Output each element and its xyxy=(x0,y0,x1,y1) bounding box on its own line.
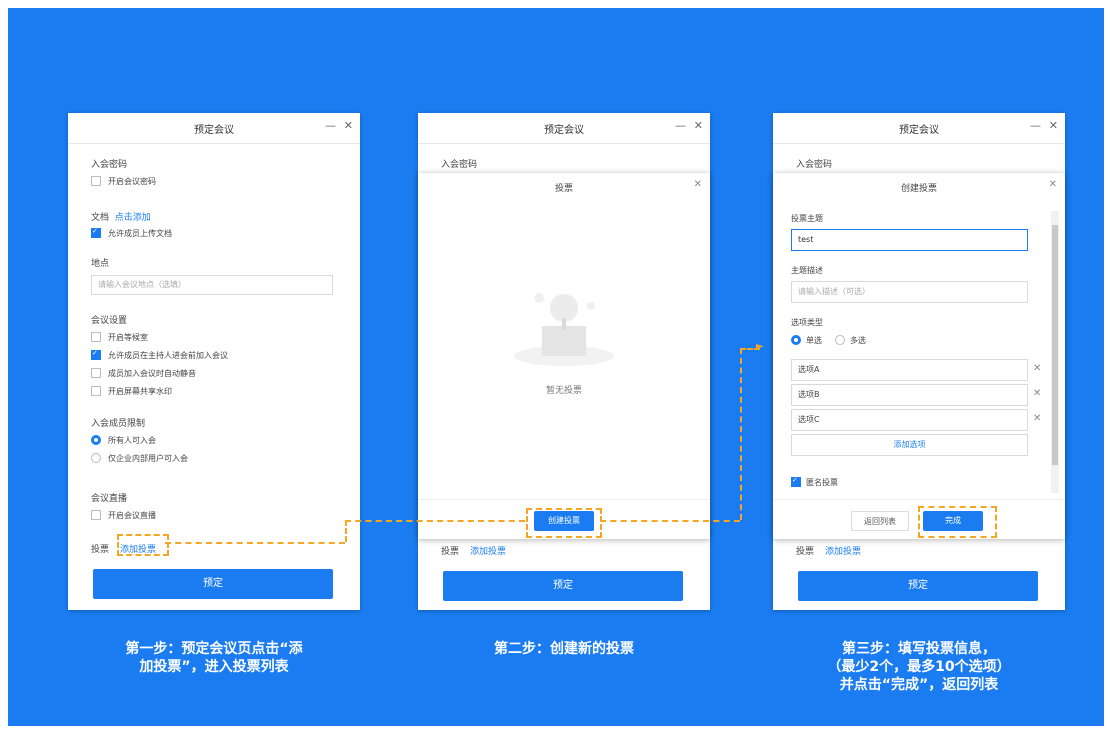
vote-dialog: 投票 ✕ 暂无投票 创建投票 xyxy=(418,173,710,539)
single-label: 单选 xyxy=(806,336,822,345)
panel-step1: 预定会议 — ✕ 入会密码 开启会议密码 文档 点击添加 允许成员上传文档 地点… xyxy=(68,113,360,610)
watermark-label: 开启屏幕共享水印 xyxy=(108,387,172,396)
enable-password-label: 开启会议密码 xyxy=(108,177,156,186)
add-vote-link[interactable]: 添加投票 xyxy=(825,544,861,557)
option-type-label: 选项类型 xyxy=(791,318,823,327)
allow-upload-label: 允许成员上传文档 xyxy=(108,229,172,238)
watermark-checkbox[interactable] xyxy=(91,386,101,396)
allow-before-host-checkbox[interactable] xyxy=(91,349,101,360)
connector-2-v xyxy=(740,348,742,520)
minimize-icon[interactable]: — xyxy=(325,119,336,132)
single-radio[interactable] xyxy=(791,335,801,345)
waiting-room-label: 开启等候室 xyxy=(108,333,148,342)
connector-1-h2 xyxy=(345,520,525,522)
option-input[interactable]: 选项A xyxy=(791,359,1028,381)
location-input[interactable]: 请输入会议地点（选填） xyxy=(91,275,333,295)
submit-button[interactable]: 预定 xyxy=(443,571,683,601)
enable-live-checkbox[interactable] xyxy=(91,510,101,520)
anonymous-checkbox[interactable] xyxy=(791,476,801,487)
empty-text: 暂无投票 xyxy=(545,386,582,396)
member-limit-label: 入会成员限制 xyxy=(91,419,146,429)
add-vote-link[interactable]: 添加投票 xyxy=(470,544,506,557)
dialog-footer-divider xyxy=(418,499,710,500)
subject-input[interactable]: test xyxy=(791,229,1028,251)
window-title: 预定会议 xyxy=(544,125,584,136)
live-label: 会议直播 xyxy=(91,494,128,504)
remove-option-icon[interactable]: ✕ xyxy=(1033,413,1041,424)
anonymous-label: 匿名投票 xyxy=(806,478,838,487)
desc-input[interactable]: 请输入描述（可选） xyxy=(791,281,1028,303)
arrow-icon: ► xyxy=(756,341,764,352)
add-option-button[interactable]: 添加选项 xyxy=(791,434,1028,456)
scrollbar[interactable] xyxy=(1051,211,1059,493)
vote-label: 投票 xyxy=(441,547,460,557)
allow-before-host-label: 允许成员在主持人进会前加入会议 xyxy=(108,351,228,360)
empty-illustration xyxy=(514,293,614,366)
enable-password-checkbox[interactable] xyxy=(91,176,101,186)
close-icon[interactable]: ✕ xyxy=(344,119,353,132)
desc-label: 主题描述 xyxy=(791,266,823,275)
multi-label: 多选 xyxy=(850,336,866,345)
window-title: 预定会议 xyxy=(899,125,939,136)
tutorial-stage: 预定会议 — ✕ 入会密码 开启会议密码 文档 点击添加 允许成员上传文档 地点… xyxy=(8,8,1104,726)
password-label: 入会密码 xyxy=(91,160,128,170)
auto-mute-checkbox[interactable] xyxy=(91,368,101,378)
minimize-icon[interactable]: — xyxy=(675,119,686,132)
caption-step2: 第二步：创建新的投票 xyxy=(494,641,634,657)
vote-label: 投票 xyxy=(91,545,110,555)
back-button[interactable]: 返回列表 xyxy=(851,511,909,531)
title-bar: 预定会议 — ✕ xyxy=(773,113,1065,144)
all-can-join-label: 所有人可入会 xyxy=(108,436,156,445)
create-vote-title: 创建投票 xyxy=(900,184,937,194)
connector-1-h xyxy=(165,542,345,544)
password-label: 入会密码 xyxy=(441,160,478,170)
close-icon[interactable]: ✕ xyxy=(1049,119,1058,132)
highlight-done xyxy=(918,506,997,538)
auto-mute-label: 成员加入会议时自动静音 xyxy=(108,369,196,378)
enterprise-only-radio[interactable] xyxy=(91,453,101,463)
connector-2-h xyxy=(600,520,740,522)
docs-label: 文档 点击添加 xyxy=(91,213,151,223)
highlight-add-vote xyxy=(117,534,169,556)
close-icon[interactable]: ✕ xyxy=(1049,179,1057,190)
docs-add-link[interactable]: 点击添加 xyxy=(115,213,151,223)
enable-live-label: 开启会议直播 xyxy=(108,511,156,520)
subject-label: 投票主题 xyxy=(791,214,823,223)
close-icon[interactable]: ✕ xyxy=(694,119,703,132)
close-icon[interactable]: ✕ xyxy=(694,179,702,190)
title-bar: 预定会议 — ✕ xyxy=(68,113,360,144)
allow-upload-checkbox[interactable] xyxy=(91,227,101,238)
caption-step1: 第一步：预定会议页点击“添 加投票”，进入投票列表 xyxy=(125,641,303,675)
password-label: 入会密码 xyxy=(796,160,833,170)
remove-option-icon[interactable]: ✕ xyxy=(1033,363,1041,374)
remove-option-icon[interactable]: ✕ xyxy=(1033,388,1041,399)
location-label: 地点 xyxy=(91,259,110,269)
enterprise-only-label: 仅企业内部用户可入会 xyxy=(108,454,188,463)
minimize-icon[interactable]: — xyxy=(1030,119,1041,132)
option-input[interactable]: 选项B xyxy=(791,384,1028,406)
submit-button[interactable]: 预定 xyxy=(798,571,1038,601)
dialog-footer-divider xyxy=(773,499,1065,500)
vote-label: 投票 xyxy=(796,547,815,557)
highlight-create-vote xyxy=(526,508,602,538)
multi-radio[interactable] xyxy=(835,335,845,345)
scrollbar-thumb[interactable] xyxy=(1052,225,1058,465)
caption-step3: 第三步：填写投票信息， （最少2个，最多10个选项） 并点击“完成”，返回列表 xyxy=(827,641,1011,693)
submit-button[interactable]: 预定 xyxy=(93,569,333,599)
title-bar: 预定会议 — ✕ xyxy=(418,113,710,144)
connector-1-v xyxy=(345,520,347,542)
create-vote-dialog: 创建投票 ✕ 投票主题 test 主题描述 请输入描述（可选） 选项类型 单选 … xyxy=(773,173,1065,539)
option-input[interactable]: 选项C xyxy=(791,409,1028,431)
all-can-join-radio[interactable] xyxy=(91,435,101,445)
waiting-room-checkbox[interactable] xyxy=(91,332,101,342)
window-title: 预定会议 xyxy=(194,125,234,136)
vote-dialog-title: 投票 xyxy=(554,184,573,194)
settings-label: 会议设置 xyxy=(91,316,128,326)
